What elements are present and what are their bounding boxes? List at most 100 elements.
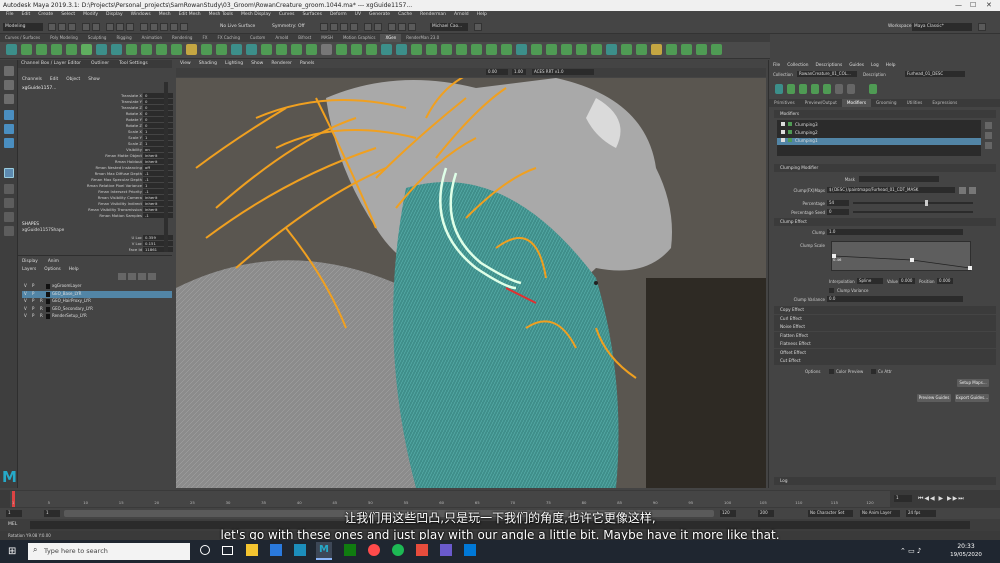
redo-icon[interactable]: [92, 23, 100, 31]
xgen-shelf-tool-33-icon[interactable]: [486, 44, 497, 55]
add-modifier-icon[interactable]: [985, 122, 992, 129]
menu-mesh-display[interactable]: Mesh Display: [237, 11, 275, 20]
shelf-tab-fx-caching[interactable]: FX Caching: [213, 34, 245, 42]
taskbar-search-box[interactable]: ⌕ Type here to search: [28, 543, 190, 560]
render-current-icon[interactable]: [320, 23, 328, 31]
channel-value[interactable]: -1: [143, 177, 173, 182]
persp-graph-layout-icon[interactable]: [4, 212, 14, 222]
select-tool-icon[interactable]: [4, 66, 14, 76]
menu-help[interactable]: Help: [473, 11, 491, 20]
xgen-shelf-tool-40-icon[interactable]: [591, 44, 602, 55]
workspace-dropdown[interactable]: Maya Classic*: [912, 23, 972, 31]
viewport-3d[interactable]: [176, 78, 766, 488]
paint-map-icon[interactable]: [969, 187, 976, 194]
layer-display-type[interactable]: R: [40, 313, 43, 318]
modifier-item[interactable]: Clumping3: [777, 122, 981, 129]
channel-value[interactable]: 0: [143, 111, 173, 116]
channel-value[interactable]: 1: [143, 183, 173, 188]
snap-grid-icon[interactable]: [140, 23, 148, 31]
xgen-shelf-tool-3-icon[interactable]: [36, 44, 47, 55]
xgen-menu-descriptions[interactable]: Descriptions: [815, 63, 842, 68]
snap-view-icon[interactable]: [170, 23, 178, 31]
xgen-menu-collection[interactable]: Collection: [787, 63, 808, 68]
windows-start-icon[interactable]: ⊞: [8, 546, 16, 557]
value-field[interactable]: 0.000: [899, 278, 915, 284]
section-copy-effect[interactable]: Copy Effect: [774, 306, 996, 314]
clock-time[interactable]: 20:33: [946, 543, 986, 550]
menu-uv[interactable]: UV: [351, 11, 365, 20]
xbox-icon[interactable]: [344, 544, 356, 556]
shape-node-name[interactable]: xgGuide1157Shape: [22, 228, 64, 233]
channel-value[interactable]: 0: [143, 99, 173, 104]
xgen-create-description-icon[interactable]: [775, 84, 783, 94]
maya-taskbar-icon[interactable]: M: [316, 542, 332, 560]
xgen-menu-guides[interactable]: Guides: [849, 63, 864, 68]
layer-move-up-icon[interactable]: [118, 273, 126, 280]
shelf-tab-bifrost[interactable]: Bifrost: [293, 34, 316, 42]
xgen-tab-preview-output[interactable]: Preview/Output: [800, 99, 842, 107]
task-view-icon[interactable]: [222, 546, 233, 555]
arnold-icon[interactable]: [374, 23, 382, 31]
section-cut-effect[interactable]: Cut Effect: [774, 357, 996, 365]
xgen-menu-log[interactable]: Log: [871, 63, 879, 68]
xgen-shelf-tool-41-icon[interactable]: [606, 44, 617, 55]
new-scene-icon[interactable]: [48, 23, 56, 31]
layer-visible-toggle[interactable]: V: [24, 283, 27, 288]
shelf-tab-sculpting[interactable]: Sculpting: [83, 34, 112, 42]
layer-visible-toggle[interactable]: V: [24, 291, 27, 296]
xgen-shelf-tool-16-icon[interactable]: [231, 44, 242, 55]
tab-channel-box[interactable]: Channel Box / Layer Editor: [21, 61, 81, 67]
section-flatten-effect[interactable]: Flatten Effect: [774, 331, 996, 340]
ipr-render-icon[interactable]: [330, 23, 338, 31]
layer-color-swatch[interactable]: [46, 291, 50, 297]
channel-value[interactable]: -1: [143, 189, 173, 194]
xgen-shelf-tool-25-icon[interactable]: [366, 44, 377, 55]
xgen-tab-expressions[interactable]: Expressions: [927, 99, 962, 107]
save-scene-icon[interactable]: [68, 23, 76, 31]
xgen-shelf-tool-8-icon[interactable]: [111, 44, 122, 55]
renderman-icon[interactable]: [364, 23, 372, 31]
xgen-shelf-tool-17-icon[interactable]: [246, 44, 257, 55]
xgen-shelf-tool-7-icon[interactable]: [96, 44, 107, 55]
xgen-shelf-tool-47-icon[interactable]: [696, 44, 707, 55]
menu-file[interactable]: File: [2, 11, 18, 20]
menu-arnold[interactable]: Arnold: [450, 11, 473, 20]
export-guides-button[interactable]: Export Guides...: [955, 394, 989, 402]
xgen-shelf-tool-36-icon[interactable]: [531, 44, 542, 55]
menu-help[interactable]: Help: [69, 267, 79, 272]
percentage-field[interactable]: 54: [827, 200, 849, 206]
shelf-tab-arnold[interactable]: Arnold: [270, 34, 293, 42]
collection-dropdown[interactable]: RowanCreature_01_COL...: [797, 71, 857, 77]
xgen-shelf-tool-29-icon[interactable]: [426, 44, 437, 55]
menu-options[interactable]: Options: [44, 267, 61, 272]
xgen-shelf-tool-45-icon[interactable]: [666, 44, 677, 55]
channel-row[interactable]: Rman Motion Samples -1: [18, 213, 173, 219]
shelf-tab-curves-surfaces[interactable]: Curves / Surfaces: [0, 34, 45, 42]
layer-color-swatch[interactable]: [46, 306, 50, 312]
settings-icon[interactable]: [978, 23, 986, 31]
rotate-tool-icon[interactable]: [4, 124, 14, 134]
gamma-field[interactable]: 1.00: [512, 69, 526, 75]
xgen-shelf-tool-23-icon[interactable]: [336, 44, 347, 55]
xgen-shelf-tool-28-icon[interactable]: [411, 44, 422, 55]
close-icon[interactable]: ✕: [986, 1, 992, 9]
layer-display-type[interactable]: R: [40, 298, 43, 303]
layer-row[interactable]: V P R RenderSetup_LYR: [22, 313, 172, 320]
script-icon[interactable]: [408, 23, 416, 31]
xgen-shelf-tool-48-icon[interactable]: [711, 44, 722, 55]
xgen-shelf-tool-34-icon[interactable]: [501, 44, 512, 55]
shelf-tab-rendering[interactable]: Rendering: [167, 34, 197, 42]
spotify-icon[interactable]: [392, 544, 404, 556]
clump-scale-curve[interactable]: [832, 242, 972, 272]
xgen-shelf-tool-37-icon[interactable]: [546, 44, 557, 55]
xgen-shelf-tool-31-icon[interactable]: [456, 44, 467, 55]
menu-mesh-tools[interactable]: Mesh Tools: [205, 11, 237, 20]
layer-color-swatch[interactable]: [46, 284, 50, 289]
app-icon-blue[interactable]: [464, 544, 476, 556]
exposure-field[interactable]: 0.00: [486, 69, 508, 75]
channel-value[interactable]: -1: [143, 213, 173, 218]
channel-value[interactable]: inherit: [143, 159, 173, 164]
shelf-tab-motion-graphics[interactable]: Motion Graphics: [338, 34, 381, 42]
single-perspective-layout-icon[interactable]: [4, 168, 14, 178]
xgen-shelf-tool-19-icon[interactable]: [276, 44, 287, 55]
